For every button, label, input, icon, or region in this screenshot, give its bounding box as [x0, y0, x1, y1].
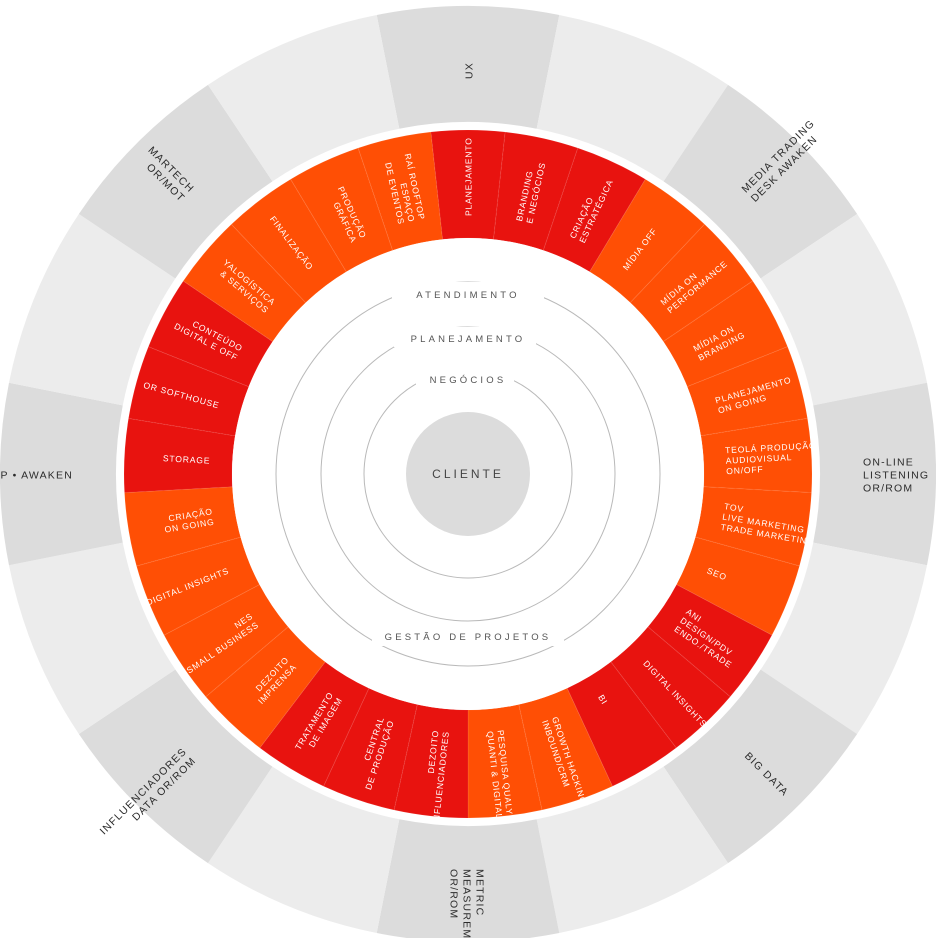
outer-segment-label-line: METRIC	[473, 869, 485, 916]
outer-segment-label: DMP • AWAKEN	[0, 470, 73, 482]
inner-segment-label-line: ON/OFF	[726, 464, 764, 476]
inner-segment-label: PLANEJAMENTO	[464, 137, 474, 216]
outer-segment-label-line: OR/ROM	[447, 869, 459, 919]
inner-segment-label-line: PLANEJAMENTO	[464, 137, 474, 216]
outer-segment-label-line: DMP • AWAKEN	[0, 470, 73, 482]
outer-segment-label-line: OR/ROM	[863, 483, 913, 495]
services-wheel-diagram: UXMEDIA TRADINGDESK AWAKENON-LINE LISTENI…	[0, 6, 936, 938]
planejamento-label: PLANEJAMENTO	[411, 334, 526, 345]
negocios-label: NEGÓCIOS	[430, 375, 507, 386]
outer-segment-label-line: UX	[464, 62, 476, 79]
outer-segment-label-line: LISTENING	[863, 470, 929, 482]
outer-segment-label-line: MEASUREMENT	[461, 869, 473, 938]
outer-segment-label-line: ON-LINE	[863, 457, 914, 469]
atendimento-label: ATENDIMENTO	[416, 290, 519, 301]
outer-segment-label: UX	[464, 62, 476, 79]
cliente-label: CLIENTE	[432, 467, 504, 481]
gestao-label: GESTÃO DE PROJETOS	[385, 632, 552, 643]
